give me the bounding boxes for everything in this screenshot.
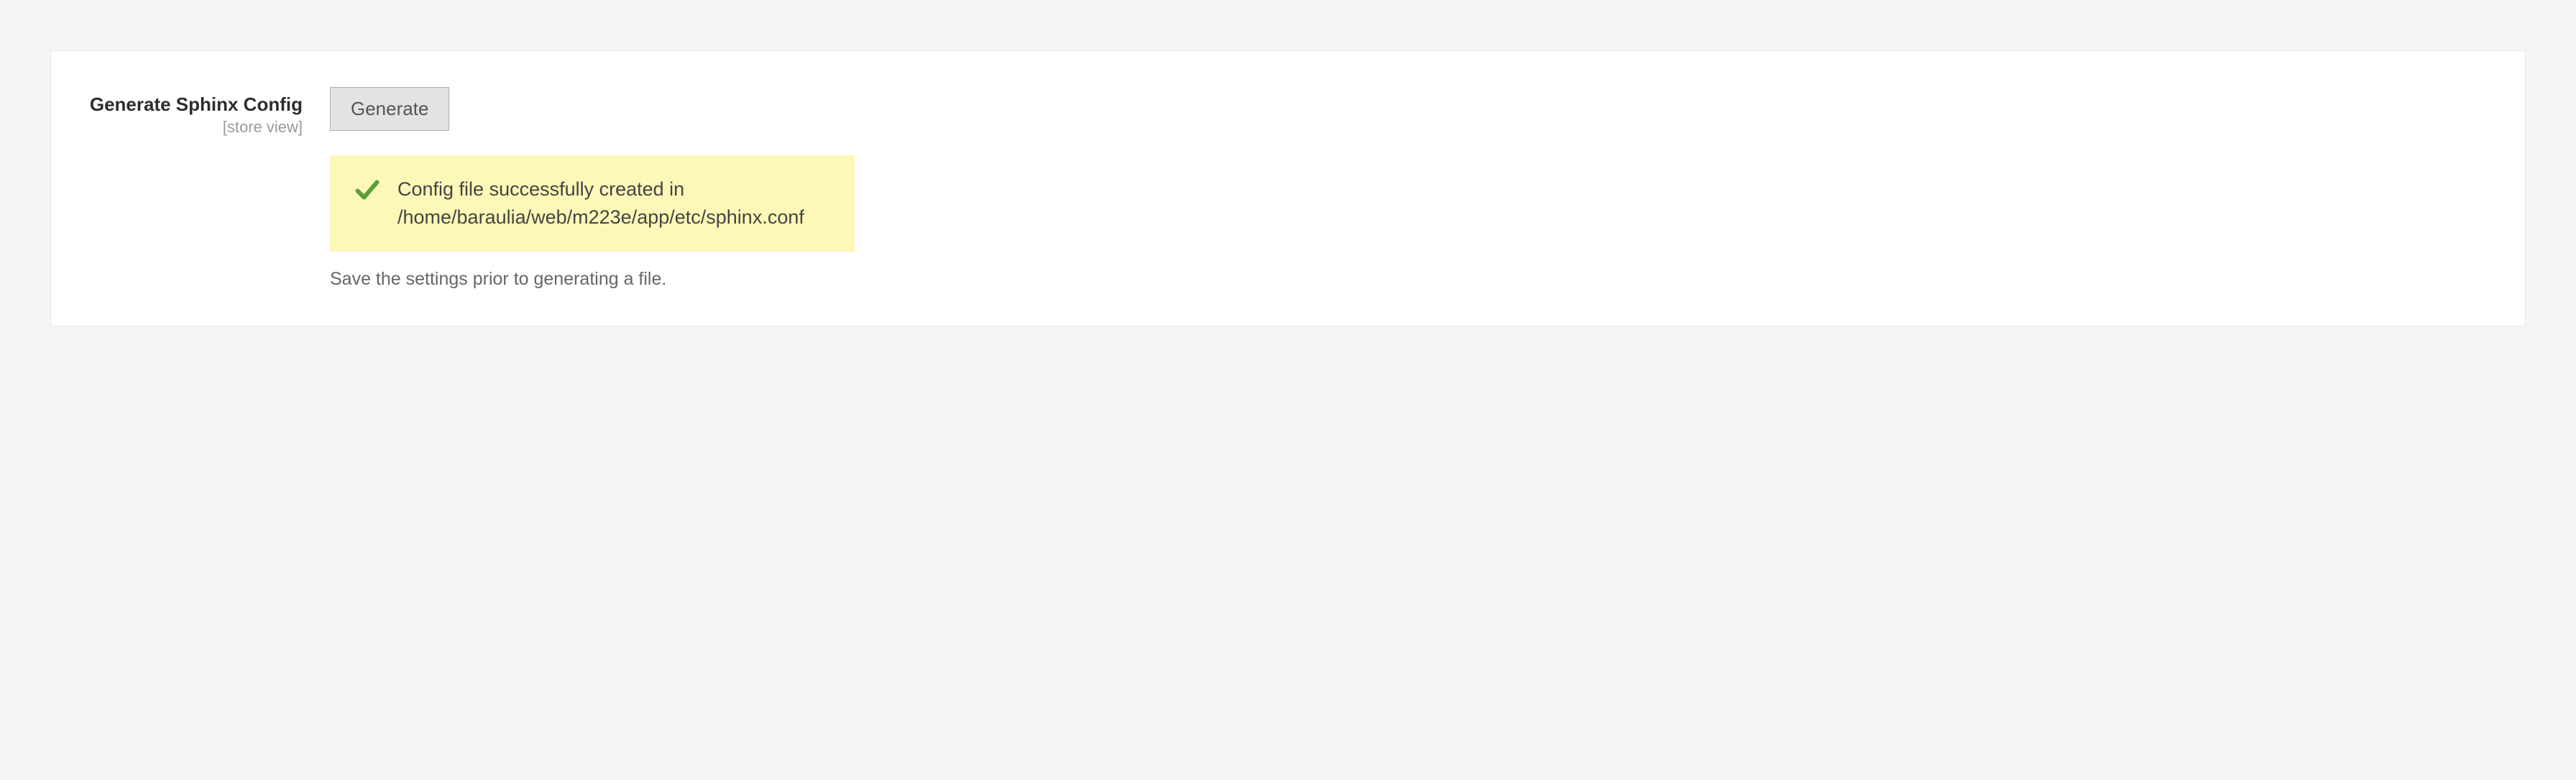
success-message-text: Config file successfully created in /hom… <box>397 175 830 231</box>
field-scope: [store view] <box>80 118 303 137</box>
config-panel: Generate Sphinx Config [store view] Gene… <box>50 50 2526 326</box>
field-note: Save the settings prior to generating a … <box>330 269 666 290</box>
field-label: Generate Sphinx Config <box>90 93 303 115</box>
success-message: Config file successfully created in /hom… <box>330 155 855 252</box>
checkmark-icon <box>354 177 380 203</box>
field-value-column: Generate Config file successfully create… <box>330 87 2496 290</box>
field-label-column: Generate Sphinx Config [store view] <box>80 87 303 137</box>
generate-button[interactable]: Generate <box>330 87 449 131</box>
